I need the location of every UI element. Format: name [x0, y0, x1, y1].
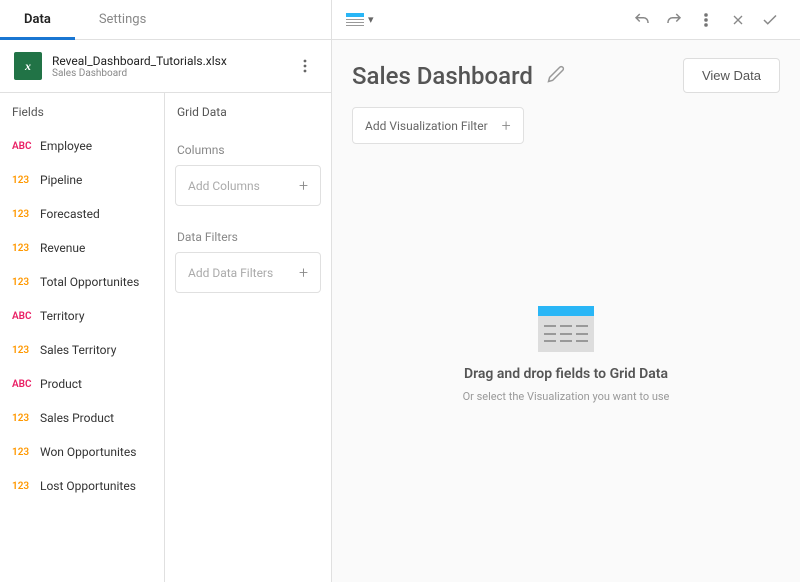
field-label: Sales Product	[40, 411, 114, 425]
number-type-icon: 123	[12, 277, 34, 288]
grid-data-title: Grid Data	[165, 93, 331, 129]
field-label: Product	[40, 377, 82, 391]
field-item[interactable]: 123 Won Opportunites	[0, 435, 164, 469]
fields-container: Fields ABC Employee 123 Pipeline 123 Forecast…	[0, 93, 331, 582]
field-label: Total Opportunites	[40, 275, 139, 289]
field-label: Pipeline	[40, 173, 82, 187]
right-panel: ▾ Sales Dashboard	[332, 0, 800, 582]
tab-data[interactable]: Data	[0, 0, 75, 39]
drop-area-subtitle: Or select the Visualization you want to …	[463, 390, 670, 403]
add-columns-placeholder: Add Columns	[188, 179, 260, 193]
number-type-icon: 123	[12, 481, 34, 492]
field-item[interactable]: 123 Revenue	[0, 231, 164, 265]
grid-viz-icon	[346, 13, 364, 27]
tabs: Data Settings	[0, 0, 331, 40]
canvas: Sales Dashboard View Data Add Visualizat…	[332, 40, 800, 582]
plus-icon: +	[299, 263, 308, 282]
plus-icon: +	[299, 176, 308, 195]
add-filter-label: Add Visualization Filter	[365, 119, 488, 133]
file-options-button[interactable]	[293, 54, 317, 78]
number-type-icon: 123	[12, 243, 34, 254]
field-label: Sales Territory	[40, 343, 116, 357]
field-label: Forecasted	[40, 207, 100, 221]
text-type-icon: ABC	[12, 379, 34, 390]
edit-title-button[interactable]	[547, 65, 565, 87]
text-type-icon: ABC	[12, 311, 34, 322]
number-type-icon: 123	[12, 175, 34, 186]
number-type-icon: 123	[12, 413, 34, 424]
grid-data-column: Grid Data Columns Add Columns + Data Fil…	[165, 93, 331, 582]
field-item[interactable]: 123 Forecasted	[0, 197, 164, 231]
field-label: Won Opportunites	[40, 445, 136, 459]
visualization-type-picker[interactable]: ▾	[346, 13, 374, 27]
field-item[interactable]: ABC Employee	[0, 129, 164, 163]
field-item[interactable]: 123 Sales Product	[0, 401, 164, 435]
more-options-button[interactable]	[690, 4, 722, 36]
file-name: Reveal_Dashboard_Tutorials.xlsx	[52, 54, 283, 68]
field-label: Employee	[40, 139, 92, 153]
top-toolbar: ▾	[332, 0, 800, 40]
field-item[interactable]: 123 Total Opportunites	[0, 265, 164, 299]
text-type-icon: ABC	[12, 141, 34, 152]
add-data-filters-dropzone[interactable]: Add Data Filters +	[175, 252, 321, 293]
file-row: Reveal_Dashboard_Tutorials.xlsx Sales Da…	[0, 40, 331, 93]
field-item[interactable]: 123 Pipeline	[0, 163, 164, 197]
left-panel: Data Settings Reveal_Dashboard_Tutorials…	[0, 0, 332, 582]
tab-settings[interactable]: Settings	[75, 0, 170, 39]
dashboard-title: Sales Dashboard	[352, 62, 533, 90]
fields-title: Fields	[0, 93, 164, 129]
add-columns-dropzone[interactable]: Add Columns +	[175, 165, 321, 206]
confirm-button[interactable]	[754, 4, 786, 36]
field-label: Revenue	[40, 241, 85, 255]
chevron-down-icon: ▾	[368, 13, 374, 26]
title-row: Sales Dashboard View Data	[352, 58, 780, 93]
view-data-button[interactable]: View Data	[683, 58, 780, 93]
excel-icon	[14, 52, 42, 80]
field-item[interactable]: 123 Lost Opportunites	[0, 469, 164, 503]
field-item[interactable]: 123 Sales Territory	[0, 333, 164, 367]
field-label: Lost Opportunites	[40, 479, 136, 493]
number-type-icon: 123	[12, 345, 34, 356]
field-item[interactable]: ABC Product	[0, 367, 164, 401]
columns-title: Columns	[165, 129, 331, 165]
close-button[interactable]	[722, 4, 754, 36]
number-type-icon: 123	[12, 447, 34, 458]
number-type-icon: 123	[12, 209, 34, 220]
add-visualization-filter-button[interactable]: Add Visualization Filter +	[352, 107, 524, 144]
field-item[interactable]: ABC Territory	[0, 299, 164, 333]
fields-column: Fields ABC Employee 123 Pipeline 123 Forecast…	[0, 93, 165, 582]
field-label: Territory	[40, 309, 85, 323]
redo-button[interactable]	[658, 4, 690, 36]
file-subtitle: Sales Dashboard	[52, 68, 283, 79]
drop-area[interactable]: Drag and drop fields to Grid Data Or sel…	[352, 144, 780, 564]
grid-placeholder-icon	[538, 306, 594, 352]
undo-button[interactable]	[626, 4, 658, 36]
plus-icon: +	[502, 116, 511, 135]
file-info: Reveal_Dashboard_Tutorials.xlsx Sales Da…	[52, 54, 283, 79]
drop-area-title: Drag and drop fields to Grid Data	[464, 366, 668, 382]
data-filters-title: Data Filters	[165, 216, 331, 252]
add-data-filters-placeholder: Add Data Filters	[188, 266, 273, 280]
